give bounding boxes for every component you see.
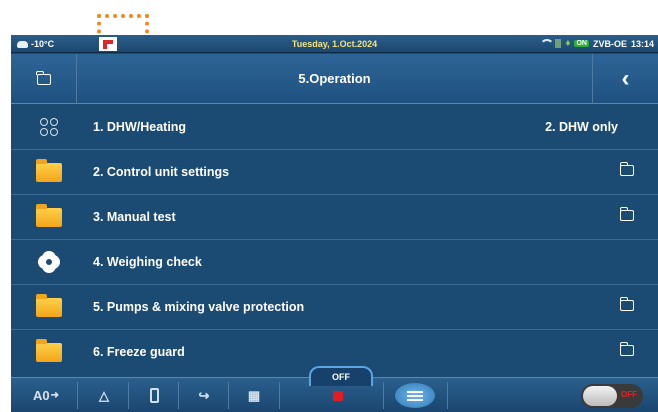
status-right: ♦ ON ZVB-OE 13:14 <box>539 38 654 49</box>
yellow-folder-icon <box>36 293 62 317</box>
tap-icon: ↪ <box>198 387 210 403</box>
submenu-folder-icon <box>619 162 634 176</box>
submenu-folder-icon <box>619 297 634 311</box>
yellow-folder-icon <box>36 158 62 182</box>
flame-icon: △ <box>99 387 109 403</box>
yellow-folder-icon <box>36 203 62 227</box>
wifi-icon <box>539 39 555 48</box>
menu-list: 1. DHW/Heating 2. DHW only 2. Control un… <box>11 105 658 375</box>
boiler-icon <box>149 388 159 403</box>
boiler-button[interactable] <box>139 378 169 412</box>
menu-item-pumps-mixing-valve[interactable]: 5. Pumps & mixing valve protection <box>11 285 658 330</box>
menu-item-label: 1. DHW/Heating <box>93 120 187 134</box>
main-menu-button[interactable] <box>395 383 435 408</box>
device-screen: -10°C Tuesday, 1.Oct.2024 ♦ ON ZVB-OE 13… <box>11 35 658 412</box>
submenu-folder-icon <box>619 207 634 221</box>
menu-item-label: 3. Manual test <box>93 210 176 224</box>
gear-icon <box>41 254 57 270</box>
toggle-off-label: OFF <box>621 390 637 399</box>
menu-item-weighing-check[interactable]: 4. Weighing check <box>11 240 658 285</box>
stage: -10°C Tuesday, 1.Oct.2024 ♦ ON ZVB-OE 13… <box>0 0 658 412</box>
off-status-tab[interactable]: OFF <box>309 366 373 386</box>
toggle-knob <box>583 386 617 406</box>
menu-item-dhw-heating[interactable]: 1. DHW/Heating 2. DHW only <box>11 105 658 150</box>
yellow-folder-icon <box>36 339 62 362</box>
device-name: ZVB-OE <box>592 38 627 49</box>
chevron-left-icon: ‹ <box>621 65 630 92</box>
menu-item-control-unit-settings[interactable]: 2. Control unit settings <box>11 150 658 195</box>
auto-mode-button[interactable]: A0 ➜ <box>25 378 67 412</box>
circles-grid-icon <box>40 118 58 136</box>
bottom-toolbar: A0 ➜ △ ↪ ▦ OFF OFF <box>11 366 658 412</box>
title-bar: 5.Operation ‹ <box>11 54 658 104</box>
clock: 13:14 <box>630 38 654 49</box>
menu-item-label: 2. Control unit settings <box>93 165 230 179</box>
page-title: 5.Operation <box>298 71 371 86</box>
menu-item-label: 6. Freeze guard <box>93 345 185 359</box>
menu-item-value: 2. DHW only <box>545 120 618 134</box>
status-bar: -10°C Tuesday, 1.Oct.2024 ♦ ON ZVB-OE 13… <box>11 35 658 53</box>
signal-icon <box>555 39 562 48</box>
arrow-icon: ➜ <box>50 390 59 401</box>
flame-button[interactable]: △ <box>89 378 119 412</box>
radiator-icon: ▦ <box>247 387 261 403</box>
home-folder-button[interactable] <box>11 54 77 104</box>
auto-mode-label: A0 <box>32 388 50 403</box>
tap-button[interactable]: ↪ <box>189 378 219 412</box>
plant-icon: ♦ <box>565 38 571 49</box>
stop-indicator <box>333 391 343 401</box>
submenu-folder-icon <box>619 342 634 356</box>
back-button[interactable]: ‹ <box>592 54 658 104</box>
menu-item-label: 4. Weighing check <box>93 255 202 269</box>
on-badge: ON <box>574 40 589 47</box>
menu-item-label: 5. Pumps & mixing valve protection <box>93 300 305 314</box>
menu-item-manual-test[interactable]: 3. Manual test <box>11 195 658 240</box>
power-toggle[interactable]: OFF <box>581 384 643 408</box>
folder-icon <box>36 70 51 85</box>
radiator-button[interactable]: ▦ <box>239 378 269 412</box>
